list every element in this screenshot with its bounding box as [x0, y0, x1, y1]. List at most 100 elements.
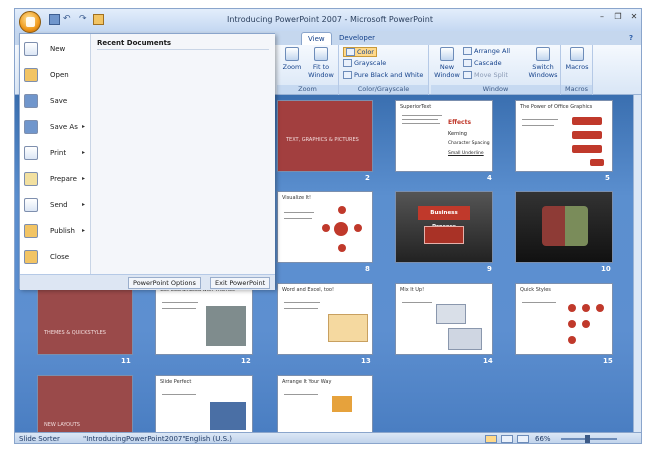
slide-17-title: Slide Perfect — [160, 379, 192, 385]
vertical-scrollbar[interactable] — [633, 95, 641, 432]
printer-icon — [24, 146, 38, 160]
switch-windows-button[interactable]: Switch Windows — [527, 47, 559, 79]
exit-powerpoint-button[interactable]: Exit PowerPoint — [210, 277, 271, 289]
status-bar: Slide Sorter "IntroducingPowerPoint2007"… — [15, 432, 641, 443]
switch-windows-icon — [536, 47, 550, 61]
zoom-button[interactable]: Zoom — [281, 47, 303, 71]
move-split-label: Move Split — [474, 71, 508, 79]
menu-item-save-as[interactable]: Save As ▸ — [24, 116, 88, 140]
slide-number: 14 — [483, 357, 493, 365]
tab-view[interactable]: View — [301, 32, 332, 45]
diagram-circle — [338, 206, 346, 214]
slide-10[interactable] — [515, 191, 613, 263]
slide-14[interactable]: Mix It Up! — [395, 283, 493, 355]
matrix-graphic — [542, 206, 588, 246]
macros-group-label: Macros — [561, 85, 592, 94]
new-window-icon — [440, 47, 454, 61]
arrange-all-button[interactable]: Arrange All — [463, 47, 510, 55]
help-icon[interactable]: ? — [623, 32, 639, 45]
slide-2-title: TEXT, GRAPHICS & PICTURES — [286, 137, 359, 143]
slideshow-view-icon[interactable] — [517, 435, 529, 443]
grayscale-button[interactable]: Grayscale — [343, 59, 386, 67]
move-split-button[interactable]: Move Split — [463, 71, 508, 79]
zoom-label: Zoom — [282, 63, 302, 71]
pure-bw-button[interactable]: Pure Black and White — [343, 71, 423, 79]
menu-item-send[interactable]: Send ▸ — [24, 194, 88, 218]
powerpoint-options-button[interactable]: PowerPoint Options — [128, 277, 201, 289]
slide-4[interactable]: SuperiorText Effects Kerning Character S… — [395, 100, 493, 172]
pure-bw-label: Pure Black and White — [354, 71, 424, 79]
menu-item-save[interactable]: Save — [24, 90, 88, 114]
layout-preview — [210, 402, 246, 430]
slide-16[interactable]: NEW LAYOUTS — [37, 375, 133, 432]
slide-17[interactable]: Slide Perfect — [155, 375, 253, 432]
slide-5[interactable]: The Power of Office Graphics — [515, 100, 613, 172]
macros-button[interactable]: Macros — [563, 47, 591, 71]
switch-windows-label: Switch Windows — [528, 63, 558, 79]
publish-icon — [24, 224, 38, 238]
slide-4-title: SuperiorText — [400, 104, 432, 110]
close-button[interactable]: ✕ — [627, 12, 641, 24]
cascade-button[interactable]: Cascade — [463, 59, 502, 67]
screenshot-preview — [448, 328, 482, 350]
submenu-arrow-icon: ▸ — [82, 175, 86, 182]
save-icon[interactable] — [49, 14, 60, 25]
save-as-icon — [24, 120, 38, 134]
slide-number: 10 — [601, 265, 611, 273]
tab-developer[interactable]: Developer — [333, 32, 381, 45]
text-line — [284, 394, 318, 395]
redo-icon[interactable]: ↷ — [79, 14, 90, 25]
menu-item-open[interactable]: Open — [24, 64, 88, 88]
view-status: Slide Sorter — [19, 435, 60, 443]
slide-15[interactable]: Quick Styles — [515, 283, 613, 355]
slide-11[interactable]: THEMES & QUICKSTYLES — [37, 283, 133, 355]
slide-13-title: Word and Excel, too! — [282, 287, 334, 293]
menu-item-publish[interactable]: Publish ▸ — [24, 220, 88, 244]
underline-text: Small Underline — [448, 151, 484, 156]
slide-8[interactable]: Visualize It! — [277, 191, 373, 263]
open-icon[interactable] — [93, 14, 104, 25]
language-status[interactable]: English (U.S.) — [185, 435, 232, 443]
normal-view-icon[interactable] — [485, 435, 497, 443]
color-button[interactable]: Color — [343, 47, 377, 57]
office-menu-commands: New Open Save Save As ▸ Print ▸ Prepare ▸ S… — [20, 34, 90, 274]
minimize-button[interactable]: – — [595, 12, 609, 24]
menu-label: Open — [50, 71, 69, 79]
text-line — [284, 308, 318, 309]
office-button[interactable] — [19, 11, 41, 33]
fit-label: Fit to Window — [308, 63, 334, 79]
powerpoint-window: ↶ ↷ Introducing PowerPoint 2007 - Micros… — [14, 8, 642, 444]
undo-icon[interactable]: ↶ — [63, 14, 74, 25]
zoom-slider-thumb[interactable] — [585, 435, 590, 443]
menu-item-close[interactable]: Close — [24, 246, 88, 270]
new-window-button[interactable]: New Window — [433, 47, 461, 79]
submenu-arrow-icon: ▸ — [82, 201, 86, 208]
grayscale-icon — [343, 59, 352, 67]
slide-5-title: The Power of Office Graphics — [520, 104, 593, 110]
menu-item-prepare[interactable]: Prepare ▸ — [24, 168, 88, 192]
slide-12[interactable]: Get Coordinated with Themes — [155, 283, 253, 355]
slide-8-title: Visualize It! — [282, 195, 312, 201]
menu-item-new[interactable]: New — [24, 38, 88, 62]
text-line — [402, 119, 438, 120]
slide-2[interactable]: TEXT, GRAPHICS & PICTURES — [277, 100, 373, 172]
fit-window-icon — [314, 47, 328, 61]
fit-to-window-button[interactable]: Fit to Window — [305, 47, 337, 79]
arrange-all-label: Arrange All — [474, 47, 511, 55]
restore-button[interactable]: ❐ — [611, 12, 625, 24]
zoom-level[interactable]: 66% — [535, 435, 551, 443]
slide-18[interactable]: Arrange It Your Way — [277, 375, 373, 432]
slide-number: 11 — [121, 357, 131, 365]
slide-9[interactable]: Business Process — [395, 191, 493, 263]
picture-preview — [332, 396, 352, 412]
menu-label: Save As — [50, 123, 78, 131]
cascade-icon — [463, 59, 472, 67]
save-disk-icon — [24, 94, 38, 108]
menu-item-print[interactable]: Print ▸ — [24, 142, 88, 166]
text-line — [162, 394, 196, 395]
slide-13[interactable]: Word and Excel, too! — [277, 283, 373, 355]
text-line — [402, 302, 432, 303]
style-circle — [582, 304, 590, 312]
text-line — [402, 123, 440, 124]
slide-sorter-view-icon[interactable] — [501, 435, 513, 443]
